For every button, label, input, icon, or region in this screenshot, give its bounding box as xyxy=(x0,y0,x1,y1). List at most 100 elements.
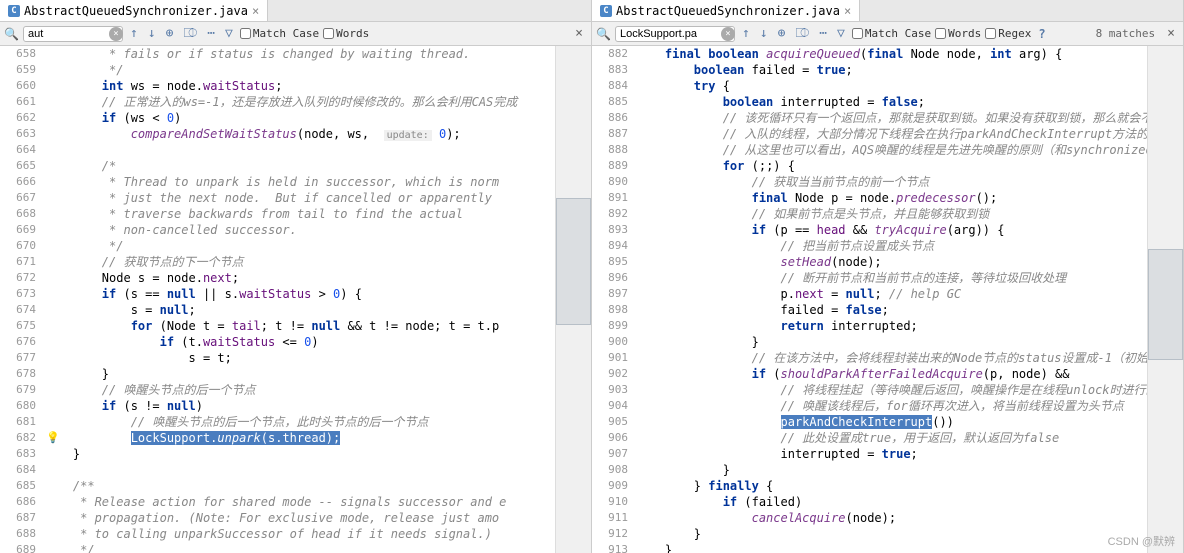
tab-file-left[interactable]: C AbstractQueuedSynchronizer.java × xyxy=(0,0,268,21)
code-line[interactable]: } xyxy=(636,462,1147,478)
code-line[interactable]: for (Node t = tail; t != null && t != no… xyxy=(44,318,555,334)
regex-checkbox[interactable]: Regex xyxy=(985,27,1031,40)
words-checkbox[interactable]: Words xyxy=(323,27,369,40)
code-line[interactable]: if (s == null || s.waitStatus > 0) { xyxy=(44,286,555,302)
code-area-right[interactable]: 8828838848858868878888898908918928938948… xyxy=(592,46,1183,553)
code-line[interactable]: if (p == head && tryAcquire(arg)) { xyxy=(636,222,1147,238)
match-case-checkbox[interactable]: Match Case xyxy=(852,27,931,40)
clear-icon[interactable]: × xyxy=(109,27,123,41)
code-line[interactable]: if (t.waitStatus <= 0) xyxy=(44,334,555,350)
code-line[interactable]: } xyxy=(636,526,1147,542)
filter-icon[interactable]: ⎄ xyxy=(180,26,200,41)
close-search-icon[interactable]: × xyxy=(571,26,587,41)
code-line[interactable]: * propagation. (Note: For exclusive mode… xyxy=(44,510,555,526)
code-line[interactable]: final boolean acquireQueued(final Node n… xyxy=(636,46,1147,62)
minimap-thumb[interactable] xyxy=(1148,249,1183,361)
code-line[interactable]: if (shouldParkAfterFailedAcquire(p, node… xyxy=(636,366,1147,382)
code-line[interactable]: s = null; xyxy=(44,302,555,318)
code-line[interactable]: boolean interrupted = false; xyxy=(636,94,1147,110)
tab-file-right[interactable]: C AbstractQueuedSynchronizer.java × xyxy=(592,0,860,21)
code-line[interactable] xyxy=(44,462,555,478)
code-line[interactable]: if (ws < 0) xyxy=(44,110,555,126)
code-line[interactable]: // 如果前节点是头节点，并且能够获取到锁 xyxy=(636,206,1147,222)
clear-icon[interactable]: × xyxy=(721,27,735,41)
prev-icon[interactable]: ↑ xyxy=(127,26,141,41)
funnel-icon[interactable]: ▽ xyxy=(834,26,848,41)
code-line[interactable]: setHead(node); xyxy=(636,254,1147,270)
code-line[interactable]: // 唤醒头节点的后一个节点 xyxy=(44,382,555,398)
code-line[interactable]: // 正常进入的ws=-1，还是存放进入队列的时候修改的。那么会利用CAS完成 xyxy=(44,94,555,110)
code-line[interactable]: } xyxy=(636,542,1147,553)
funnel-icon[interactable]: ▽ xyxy=(222,26,236,41)
code-line[interactable]: // 该死循环只有一个返回点，那就是获取到锁。如果没有获取到锁，那么就会不断的循… xyxy=(636,110,1147,126)
code-line[interactable]: 💡 LockSupport.unpark(s.thread); xyxy=(44,430,555,446)
code-line[interactable]: */ xyxy=(44,238,555,254)
code-line[interactable]: // 唤醒该线程后，for循环再次进入，将当前线程设置为头节点 xyxy=(636,398,1147,414)
code-line[interactable]: } xyxy=(44,366,555,382)
more-icon[interactable]: ⋯ xyxy=(816,26,830,41)
more-icon[interactable]: ⋯ xyxy=(204,26,218,41)
code-line[interactable]: } finally { xyxy=(636,478,1147,494)
code-line[interactable]: * non-cancelled successor. xyxy=(44,222,555,238)
code-line[interactable]: Node s = node.next; xyxy=(44,270,555,286)
code-line[interactable]: final Node p = node.predecessor(); xyxy=(636,190,1147,206)
code-line[interactable]: // 唤醒头节点的后一个节点，此时头节点的后一个节点 xyxy=(44,414,555,430)
close-search-icon[interactable]: × xyxy=(1163,26,1179,41)
code-line[interactable]: boolean failed = true; xyxy=(636,62,1147,78)
match-case-checkbox[interactable]: Match Case xyxy=(240,27,319,40)
next-icon[interactable]: ↓ xyxy=(757,26,771,41)
search-input[interactable] xyxy=(23,26,123,42)
code-line[interactable]: compareAndSetWaitStatus(node, ws, update… xyxy=(44,126,555,142)
code-line[interactable]: try { xyxy=(636,78,1147,94)
close-icon[interactable]: × xyxy=(252,4,259,18)
code-area-left[interactable]: 6586596606616626636646656666676686696706… xyxy=(0,46,591,553)
code-line[interactable]: * traverse backwards from tail to find t… xyxy=(44,206,555,222)
code-line[interactable]: // 在该方法中，会将线程封装出来的Node节点的status设置成-1（初始值… xyxy=(636,350,1147,366)
code-line[interactable]: p.next = null; // help GC xyxy=(636,286,1147,302)
code-line[interactable]: failed = false; xyxy=(636,302,1147,318)
search-input[interactable] xyxy=(615,26,735,42)
help-icon[interactable]: ? xyxy=(1035,27,1048,41)
code-line[interactable]: if (s != null) xyxy=(44,398,555,414)
code-line[interactable]: /* xyxy=(44,158,555,174)
close-icon[interactable]: × xyxy=(844,4,851,18)
code-line[interactable]: */ xyxy=(44,542,555,553)
code-line[interactable]: // 入队的线程，大部分情况下线程会在执行parkAndCheckInterru… xyxy=(636,126,1147,142)
search-icon[interactable]: 🔍 xyxy=(596,27,611,41)
code-line[interactable]: parkAndCheckInterrupt()) xyxy=(636,414,1147,430)
code-line[interactable]: // 获取节点的下一个节点 xyxy=(44,254,555,270)
minimap-thumb[interactable] xyxy=(556,198,591,325)
code-line[interactable]: // 获取当当前节点的前一个节点 xyxy=(636,174,1147,190)
code-line[interactable] xyxy=(44,142,555,158)
add-icon[interactable]: ⊕ xyxy=(163,26,177,41)
code-line[interactable]: int ws = node.waitStatus; xyxy=(44,78,555,94)
code-line[interactable]: return interrupted; xyxy=(636,318,1147,334)
code-line[interactable]: for (;;) { xyxy=(636,158,1147,174)
add-icon[interactable]: ⊕ xyxy=(775,26,789,41)
code-line[interactable]: interrupted = true; xyxy=(636,446,1147,462)
code-line[interactable]: s = t; xyxy=(44,350,555,366)
code-line[interactable]: // 把当前节点设置成头节点 xyxy=(636,238,1147,254)
code-line[interactable]: } xyxy=(44,446,555,462)
code-line[interactable]: * to calling unparkSuccessor of head if … xyxy=(44,526,555,542)
code-line[interactable]: */ xyxy=(44,62,555,78)
code-line[interactable]: // 将线程挂起（等待唤醒后返回，唤醒操作是在线程unlock时进行的） xyxy=(636,382,1147,398)
search-icon[interactable]: 🔍 xyxy=(4,27,19,41)
code-line[interactable]: } xyxy=(636,334,1147,350)
code-line[interactable]: cancelAcquire(node); xyxy=(636,510,1147,526)
code-body[interactable]: final boolean acquireQueued(final Node n… xyxy=(636,46,1147,553)
code-line[interactable]: // 此处设置成true，用于返回，默认返回为false xyxy=(636,430,1147,446)
next-icon[interactable]: ↓ xyxy=(145,26,159,41)
words-checkbox[interactable]: Words xyxy=(935,27,981,40)
code-line[interactable]: // 从这里也可以看出，AQS唤醒的线程是先进先唤醒的原则（和synchroni… xyxy=(636,142,1147,158)
code-line[interactable]: * just the next node. But if cancelled o… xyxy=(44,190,555,206)
code-line[interactable]: * Release action for shared mode -- sign… xyxy=(44,494,555,510)
bulb-icon[interactable]: 💡 xyxy=(46,430,60,446)
prev-icon[interactable]: ↑ xyxy=(739,26,753,41)
minimap-right[interactable] xyxy=(1147,46,1183,553)
code-body[interactable]: * fails or if status is changed by waiti… xyxy=(44,46,555,553)
code-line[interactable]: if (failed) xyxy=(636,494,1147,510)
code-line[interactable]: // 断开前节点和当前节点的连接，等待垃圾回收处理 xyxy=(636,270,1147,286)
minimap-left[interactable] xyxy=(555,46,591,553)
code-line[interactable]: * Thread to unpark is held in successor,… xyxy=(44,174,555,190)
